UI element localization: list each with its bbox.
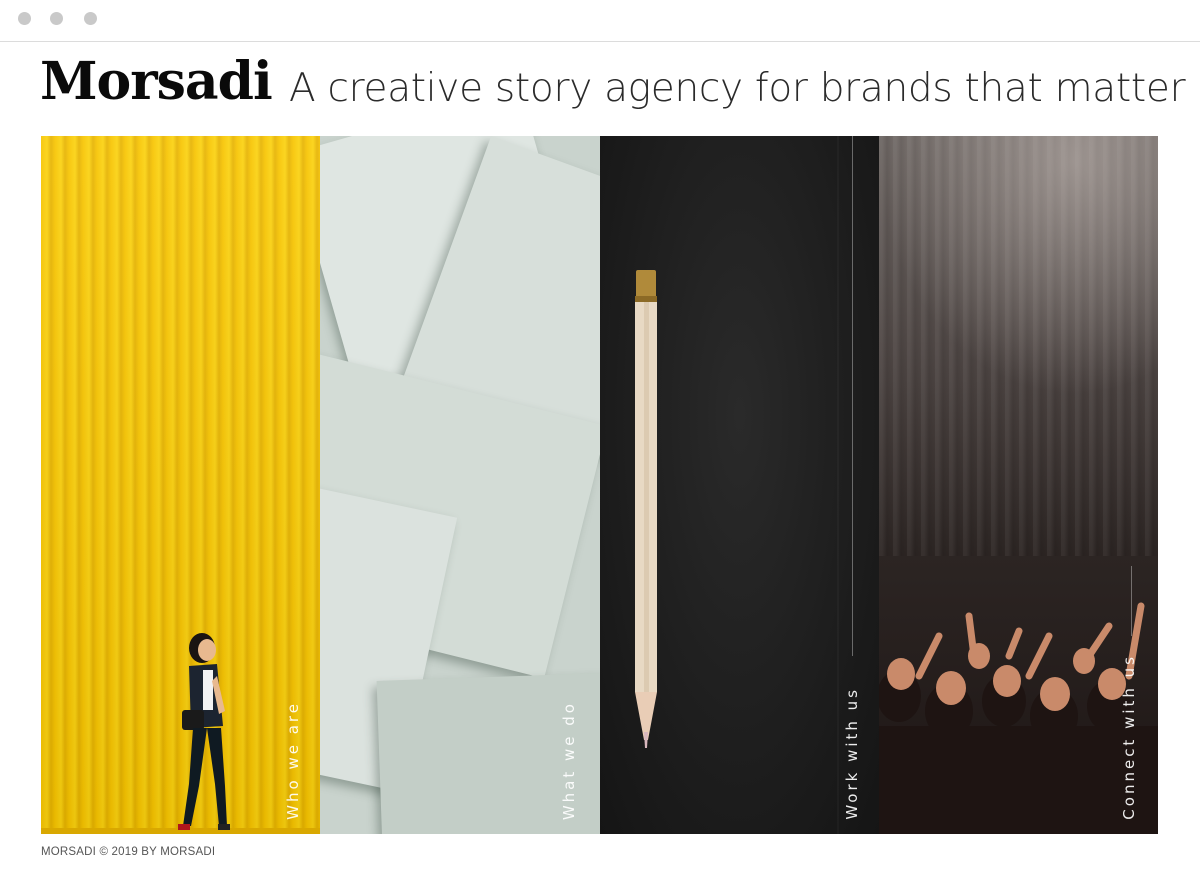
panel-who-we-are[interactable]: Who we are — [41, 136, 321, 834]
panel-work-with-us[interactable]: Work with us — [599, 136, 879, 834]
panel-label-what-we-do[interactable]: What we do — [560, 701, 578, 820]
site-logo[interactable]: Morsadi — [40, 52, 273, 112]
panel-label-work-with-us[interactable]: Work with us — [843, 687, 861, 820]
label-divider-line — [1130, 566, 1132, 636]
page-tagline: A creative story agency for brands that … — [289, 66, 1186, 111]
panel-what-we-do[interactable]: What we do — [320, 136, 600, 834]
label-divider-line — [851, 136, 853, 656]
panel-connect-with-us[interactable]: Connect with us — [878, 136, 1158, 834]
window-chrome — [0, 0, 1200, 42]
panel-label-connect-with-us[interactable]: Connect with us — [1120, 654, 1138, 820]
window-close-dot[interactable] — [18, 12, 31, 25]
window-minimize-dot[interactable] — [50, 12, 63, 25]
nav-panels: Who we are What we do Work with us Conne… — [41, 136, 1158, 834]
footer-copyright: MORSADI © 2019 BY MORSADI — [41, 846, 216, 858]
woman-walking-icon — [178, 633, 230, 830]
window-maximize-dot[interactable] — [84, 12, 97, 25]
panel-label-who-we-are[interactable]: Who we are — [284, 701, 302, 820]
crowd-icon — [878, 602, 1158, 834]
pencil-icon — [634, 136, 838, 834]
